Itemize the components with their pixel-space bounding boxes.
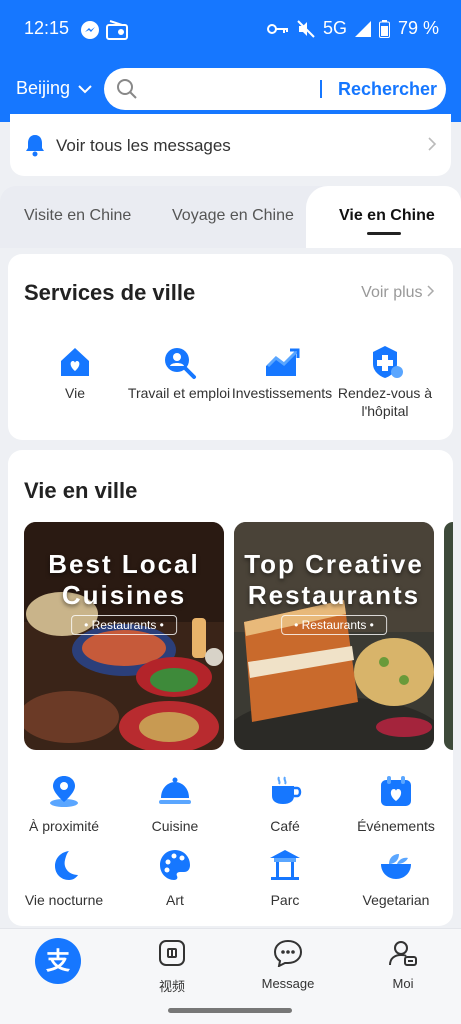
- category-label: À proximité: [28, 818, 100, 834]
- moon-icon: [55, 851, 78, 880]
- status-bar: 12:15 5G 79 %: [0, 0, 461, 58]
- category-art[interactable]: Art: [120, 848, 230, 908]
- city-life-card: Vie en ville Best Local Cuisines • Resta…: [8, 450, 453, 926]
- service-travail-emploi[interactable]: Travail et emploi: [124, 344, 234, 402]
- category-label: Événements: [357, 818, 435, 834]
- search-row: Beijing Rechercher: [0, 68, 461, 110]
- category-parc[interactable]: Parc: [230, 848, 340, 908]
- svg-text:支: 支: [46, 947, 71, 975]
- coffee-cup-icon: [272, 776, 302, 804]
- search-divider: [320, 80, 322, 98]
- mute-icon: [297, 19, 315, 38]
- chevron-down-icon: [78, 84, 92, 93]
- user-icon: [389, 941, 417, 966]
- service-label: Investissements: [231, 385, 333, 401]
- calendar-heart-icon: [381, 776, 411, 806]
- search-button[interactable]: Rechercher: [338, 79, 437, 100]
- category-evenements[interactable]: Événements: [341, 774, 451, 834]
- signal-icon: [354, 20, 371, 37]
- status-indicators: 5G 79 %: [266, 18, 439, 39]
- search-icon: [117, 79, 137, 99]
- location-pin-icon: [50, 776, 78, 807]
- tab-bar: Visite en Chine Voyage en Chine Vie en C…: [0, 186, 461, 248]
- messenger-icon: [81, 21, 99, 39]
- search-input[interactable]: Rechercher: [104, 68, 446, 110]
- service-rendez-vous-hopital[interactable]: Rendez-vous à l'hôpital: [330, 344, 440, 420]
- banner-next-peek[interactable]: [444, 522, 453, 750]
- city-label: Beijing: [16, 78, 71, 98]
- job-search-icon: [165, 348, 196, 379]
- food-cloche-icon: [159, 777, 191, 804]
- status-time: 12:15: [24, 18, 70, 38]
- banner-title-line2: Cuisines: [61, 580, 187, 610]
- category-label: Café: [270, 818, 300, 834]
- city-services-card: Services de ville Voir plus Vie Travail …: [8, 254, 453, 440]
- service-label: Vie: [65, 385, 85, 401]
- category-label: Parc: [270, 892, 300, 908]
- key-icon: [266, 23, 288, 34]
- alipay-logo-icon: 支: [35, 938, 81, 984]
- category-label: Cuisine: [151, 818, 199, 834]
- tab-visite-en-chine[interactable]: Visite en Chine: [24, 207, 131, 225]
- category-cuisine[interactable]: Cuisine: [120, 774, 230, 834]
- banner-tag: • Restaurants •: [71, 615, 177, 635]
- banner-title-line1: Top Creative: [244, 549, 424, 579]
- category-vegetarian[interactable]: Vegetarian: [341, 848, 451, 908]
- pavilion-icon: [270, 850, 300, 880]
- see-more-link[interactable]: Voir plus: [361, 284, 435, 302]
- network-type: 5G: [322, 18, 347, 38]
- banner-title-line2: Restaurants: [247, 580, 421, 610]
- category-cafe[interactable]: Café: [230, 774, 340, 834]
- house-icon: [61, 348, 89, 376]
- chevron-right-icon: [428, 137, 437, 151]
- tab-vie-en-chine[interactable]: Vie en Chine: [339, 207, 435, 225]
- service-investissements[interactable]: Investissements: [227, 344, 337, 402]
- home-indicator: [168, 1008, 292, 1013]
- radio-icon: [106, 20, 128, 40]
- messages-label: Voir tous les messages: [56, 136, 231, 155]
- medical-icon: [373, 346, 403, 378]
- veg-bowl-icon: [381, 854, 411, 879]
- banner-tag: • Restaurants •: [281, 615, 387, 635]
- category-label: Vegetarian: [362, 892, 430, 908]
- section-title: Services de ville: [24, 280, 196, 305]
- battery-level: 79 %: [397, 18, 439, 38]
- banner-top-creative-restaurants[interactable]: Top Creative Restaurants • Restaurants •: [234, 522, 434, 750]
- category-a-proximite[interactable]: À proximité: [9, 774, 119, 834]
- category-vie-nocturne[interactable]: Vie nocturne: [9, 848, 119, 908]
- nav-label: Moi: [392, 976, 414, 991]
- trend-chart-icon: [266, 348, 300, 376]
- nav-home[interactable]: 支: [13, 937, 103, 990]
- banner-title-line1: Best Local: [48, 549, 200, 579]
- nav-label: Message: [261, 976, 315, 991]
- category-label: Vie nocturne: [24, 892, 104, 908]
- city-selector[interactable]: Beijing: [16, 78, 92, 99]
- category-label: Art: [166, 892, 184, 908]
- tab-indicator: [367, 232, 401, 235]
- messages-banner[interactable]: Voir tous les messages: [10, 114, 451, 176]
- app-header: 12:15 5G 79 % Beijing Rechercher: [0, 0, 461, 122]
- section-title: Vie en ville: [24, 478, 138, 503]
- video-icon: [159, 940, 185, 966]
- service-label: Travail et emploi: [127, 385, 231, 401]
- battery-icon: [378, 19, 390, 38]
- bell-icon: [26, 135, 44, 157]
- nav-moi[interactable]: Moi: [358, 939, 448, 991]
- nav-label: 视频: [158, 979, 185, 994]
- nav-video[interactable]: 视频: [127, 939, 217, 995]
- tab-voyage-en-chine[interactable]: Voyage en Chine: [172, 207, 294, 225]
- service-label: Rendez-vous à l'hôpital: [337, 385, 433, 419]
- palette-icon: [160, 850, 190, 880]
- nav-message[interactable]: Message: [243, 939, 333, 991]
- see-more-label: Voir plus: [361, 284, 423, 301]
- banner-best-local-cuisines[interactable]: Best Local Cuisines • Restaurants •: [24, 522, 224, 750]
- service-vie[interactable]: Vie: [20, 344, 130, 402]
- chevron-right-icon: [427, 285, 435, 297]
- chat-bubble-icon: [273, 939, 303, 968]
